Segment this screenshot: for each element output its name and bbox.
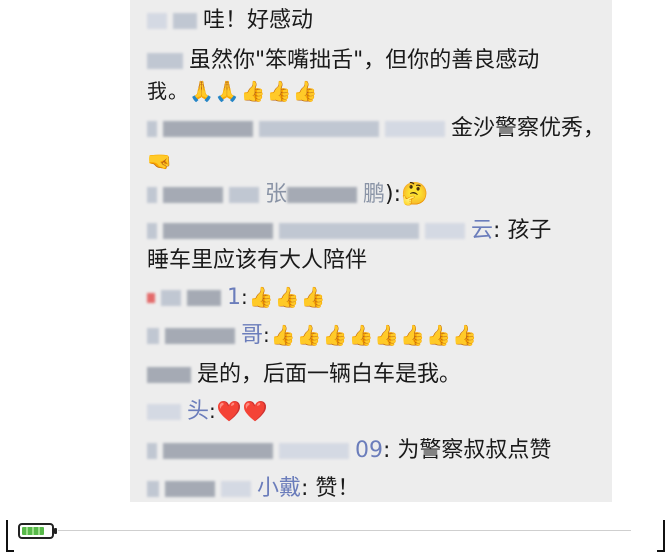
blurred-name (147, 367, 191, 383)
name-fragment: 1 (227, 285, 241, 310)
message-text: :👍👍👍👍👍👍👍👍 (263, 323, 478, 347)
chat-message: 头:❤️❤️ (147, 396, 623, 427)
blurred-name (147, 443, 157, 459)
message-text: 虽然你"笨嘴拙舌"，但你的善良感动 (189, 48, 540, 73)
blurred-name (259, 121, 379, 137)
chat-message: 哇！好感动 (147, 6, 623, 36)
message-text: 我。🙏🙏👍👍👍 (147, 79, 319, 103)
blurred-name (279, 223, 419, 239)
blurred-name (147, 187, 157, 203)
chat-message: 09: 为警察叔叔点赞 (147, 436, 623, 466)
chat-message-continued: 睡车里应该有大人陪伴 (147, 246, 623, 276)
blurred-name (187, 290, 221, 306)
message-text: 睡车里应该有大人陪伴 (147, 248, 368, 273)
blurred-name (147, 328, 159, 344)
chat-message-continued: 我。🙏🙏👍👍👍 (147, 76, 623, 107)
name-fragment: 小戴 (257, 476, 302, 501)
message-text: ):🤔 (385, 182, 429, 207)
blurred-name (165, 481, 215, 497)
blurred-name (163, 223, 273, 239)
chat-message: 1:👍👍👍 (147, 282, 623, 313)
message-text: 哇！好感动 (203, 8, 314, 33)
blurred-name (147, 53, 183, 69)
frame-corner-right (657, 520, 665, 552)
blurred-name (163, 121, 253, 137)
blurred-name (147, 404, 181, 420)
blurred-name (221, 481, 251, 497)
message-text: : 赞！ (301, 476, 360, 501)
blurred-name (173, 13, 197, 29)
battery-icon (18, 523, 57, 539)
name-fragment: 哥 (241, 323, 264, 348)
blurred-name (229, 187, 259, 203)
chat-message-continued: 🤜 (147, 146, 623, 177)
message-text: :👍👍👍 (241, 285, 327, 309)
chat-message: 金沙警察优秀， (147, 114, 623, 144)
chat-message: 小戴: 赞！ (147, 474, 623, 504)
blurred-name (385, 121, 445, 137)
blurred-name (147, 223, 157, 239)
frame-corner-left (6, 520, 14, 552)
blurred-name (425, 223, 465, 239)
chat-message: 哥:👍👍👍👍👍👍👍👍 (147, 320, 623, 351)
chat-message: 虽然你"笨嘴拙舌"，但你的善良感动 (147, 46, 623, 76)
blurred-name (163, 187, 223, 203)
message-text: :❤️❤️ (209, 399, 269, 423)
blurred-name (147, 13, 167, 29)
battery-level (22, 527, 45, 535)
blurred-name (287, 187, 358, 203)
chat-message: 张 鹏):🤔 (147, 180, 623, 210)
name-fragment: 鹏 (363, 182, 386, 207)
name-fragment: 09 (355, 438, 383, 463)
blurred-name (165, 328, 235, 344)
chat-message: 云: 孩子 (147, 216, 623, 246)
blurred-name (147, 481, 159, 497)
name-fragment: 云 (471, 218, 494, 243)
blurred-avatar (147, 293, 155, 303)
message-text: 金沙警察优秀， (451, 116, 606, 141)
chat-message: 是的，后面一辆白车是我。 (147, 360, 623, 390)
name-fragment: 头 (187, 399, 210, 424)
message-text: 是的，后面一辆白车是我。 (197, 362, 462, 387)
name-fragment: 张 (265, 182, 288, 207)
blurred-name (147, 121, 157, 137)
message-text: 🤜 (147, 149, 173, 173)
divider (58, 530, 631, 531)
blurred-name (279, 443, 349, 459)
blurred-name (163, 443, 273, 459)
message-text: : 为警察叔叔点赞 (383, 438, 552, 463)
blurred-name (161, 290, 181, 306)
message-text: : 孩子 (493, 218, 552, 243)
